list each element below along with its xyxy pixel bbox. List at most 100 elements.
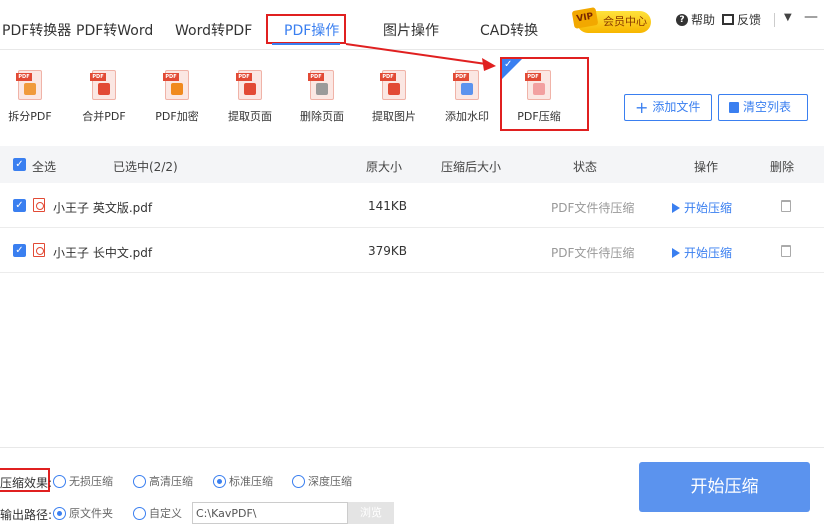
select-all-checkbox[interactable]: ✓	[13, 158, 26, 171]
tool-symbol	[316, 83, 328, 95]
tool-label: 拆分PDF	[8, 110, 52, 123]
split-pdf-icon: PDF	[16, 70, 42, 100]
tool-add-watermark-button[interactable]: PDF 添加水印	[437, 70, 497, 124]
radio-standard-dot	[213, 474, 226, 488]
bottom-divider	[0, 447, 824, 448]
menu-pdf-converter[interactable]: PDF转换器	[2, 20, 71, 40]
trash-icon	[729, 102, 739, 113]
start-compress-label: 开始压缩	[684, 201, 733, 215]
compression-effect-label: 压缩效果:	[0, 476, 53, 490]
pdf-file-icon	[33, 198, 45, 212]
tool-label: 提取页面	[228, 110, 272, 123]
radio-standard[interactable]: 标准压缩	[213, 473, 273, 489]
extract-pages-icon: PDF	[236, 70, 262, 100]
plus-icon: +	[635, 97, 649, 117]
tool-split-pdf-button[interactable]: PDF 拆分PDF	[0, 70, 60, 124]
radio-lossless[interactable]: 无损压缩	[53, 473, 113, 489]
start-compress-button[interactable]: 开始压缩	[639, 462, 810, 512]
browse-button[interactable]: 浏览	[348, 502, 394, 524]
column-delete: 删除	[770, 160, 795, 174]
delete-row-icon[interactable]	[781, 200, 791, 212]
radio-custom-label: 自定义	[149, 507, 182, 520]
clear-list-button[interactable]: 清空列表	[718, 94, 808, 121]
output-path-label: 输出路径:	[0, 508, 53, 522]
minimize-button[interactable]: —	[804, 9, 818, 25]
file-status: PDF文件待压缩	[551, 201, 635, 215]
feedback-label: 反馈	[737, 13, 762, 27]
radio-custom[interactable]: 自定义	[133, 505, 182, 521]
tool-symbol	[244, 83, 256, 95]
pdf-tag: PDF	[236, 73, 252, 81]
selected-count: 已选中(2/2)	[113, 160, 178, 174]
file-size: 141KB	[368, 199, 408, 213]
menu-dropdown-icon[interactable]: ▼	[784, 12, 792, 23]
play-icon	[672, 247, 680, 258]
tool-label: 合并PDF	[82, 110, 126, 123]
tool-merge-pdf-button[interactable]: PDF 合并PDF	[74, 70, 134, 124]
tool-symbol	[24, 83, 36, 95]
vip-center-label: 会员中心	[603, 15, 647, 28]
radio-lossless-dot	[53, 474, 66, 488]
pdf-tag: PDF	[380, 73, 396, 81]
delete-pages-icon: PDF	[308, 70, 334, 100]
selected-check-icon: ✓	[502, 59, 522, 79]
header-divider	[774, 13, 775, 27]
tool-delete-pages-button[interactable]: PDF 删除页面	[292, 70, 352, 124]
encrypt-pdf-icon: PDF	[163, 70, 189, 100]
file-name: 小王子 英文版.pdf	[53, 201, 153, 215]
file-size: 379KB	[368, 244, 408, 258]
radio-deep-label: 深度压缩	[308, 475, 352, 488]
radio-deep[interactable]: 深度压缩	[292, 473, 352, 489]
radio-deep-dot	[292, 474, 305, 488]
add-file-label: 添加文件	[652, 100, 701, 114]
add-watermark-icon: PDF	[453, 70, 479, 100]
tool-extract-images-button[interactable]: PDF 提取图片	[364, 70, 424, 124]
tool-label: PDF加密	[155, 110, 199, 123]
pdf-tag: PDF	[453, 73, 469, 81]
start-compress-link[interactable]: 开始压缩	[672, 244, 732, 261]
output-path-input[interactable]	[192, 502, 348, 524]
row-checkbox[interactable]: ✓	[13, 244, 26, 257]
menu-cad-conversion[interactable]: CAD转换	[480, 20, 538, 40]
help-button[interactable]: ? 帮助	[676, 11, 715, 28]
file-name: 小王子 长中文.pdf	[53, 246, 153, 260]
row-checkbox[interactable]: ✓	[13, 199, 26, 212]
pdf-file-icon	[33, 243, 45, 257]
column-original-size: 原大小	[366, 160, 403, 174]
column-status: 状态	[573, 160, 598, 174]
delete-row-icon[interactable]	[781, 245, 791, 257]
file-status: PDF文件待压缩	[551, 246, 635, 260]
help-label: 帮助	[691, 13, 716, 27]
feedback-button[interactable]: 反馈	[722, 11, 761, 28]
clear-list-label: 清空列表	[743, 100, 792, 114]
menu-word-to-pdf[interactable]: Word转PDF	[175, 20, 252, 40]
radio-original-folder[interactable]: 原文件夹	[53, 505, 113, 521]
radio-hd-dot	[133, 474, 146, 488]
radio-original-folder-dot	[53, 506, 66, 520]
add-file-button[interactable]: + 添加文件	[624, 94, 712, 121]
tool-label: 添加水印	[445, 110, 489, 123]
pdf-tag: PDF	[90, 73, 106, 81]
merge-pdf-icon: PDF	[90, 70, 116, 100]
menu-pdf-to-word[interactable]: PDF转Word	[76, 20, 153, 40]
tool-encrypt-pdf-button[interactable]: PDF PDF加密	[147, 70, 207, 124]
menu-image-operations[interactable]: 图片操作	[383, 20, 439, 40]
radio-hd[interactable]: 高清压缩	[133, 473, 193, 489]
radio-lossless-label: 无损压缩	[69, 475, 113, 488]
help-icon: ?	[676, 13, 688, 26]
table-row[interactable]: ✓ 小王子 英文版.pdf 141KB PDF文件待压缩 开始压缩	[0, 184, 824, 228]
column-compressed-size: 压缩后大小	[441, 160, 502, 174]
start-compress-link[interactable]: 开始压缩	[672, 199, 732, 216]
active-tab-underline	[272, 43, 340, 45]
play-icon	[672, 202, 680, 213]
tool-label: 删除页面	[300, 110, 344, 123]
table-header: ✓ 全选 已选中(2/2) 原大小 压缩后大小 状态 操作 删除	[0, 146, 824, 183]
table-row[interactable]: ✓ 小王子 长中文.pdf 379KB PDF文件待压缩 开始压缩	[0, 229, 824, 273]
tool-extract-pages-button[interactable]: PDF 提取页面	[220, 70, 280, 124]
radio-custom-dot	[133, 506, 146, 520]
start-compress-label: 开始压缩	[684, 246, 733, 260]
pdf-tag: PDF	[163, 73, 179, 81]
top-menu-bar: PDF转换器 PDF转Word Word转PDF PDF操作 图片操作 CAD转…	[0, 0, 824, 50]
select-all-label: 全选	[32, 160, 57, 174]
tool-symbol	[98, 83, 110, 95]
